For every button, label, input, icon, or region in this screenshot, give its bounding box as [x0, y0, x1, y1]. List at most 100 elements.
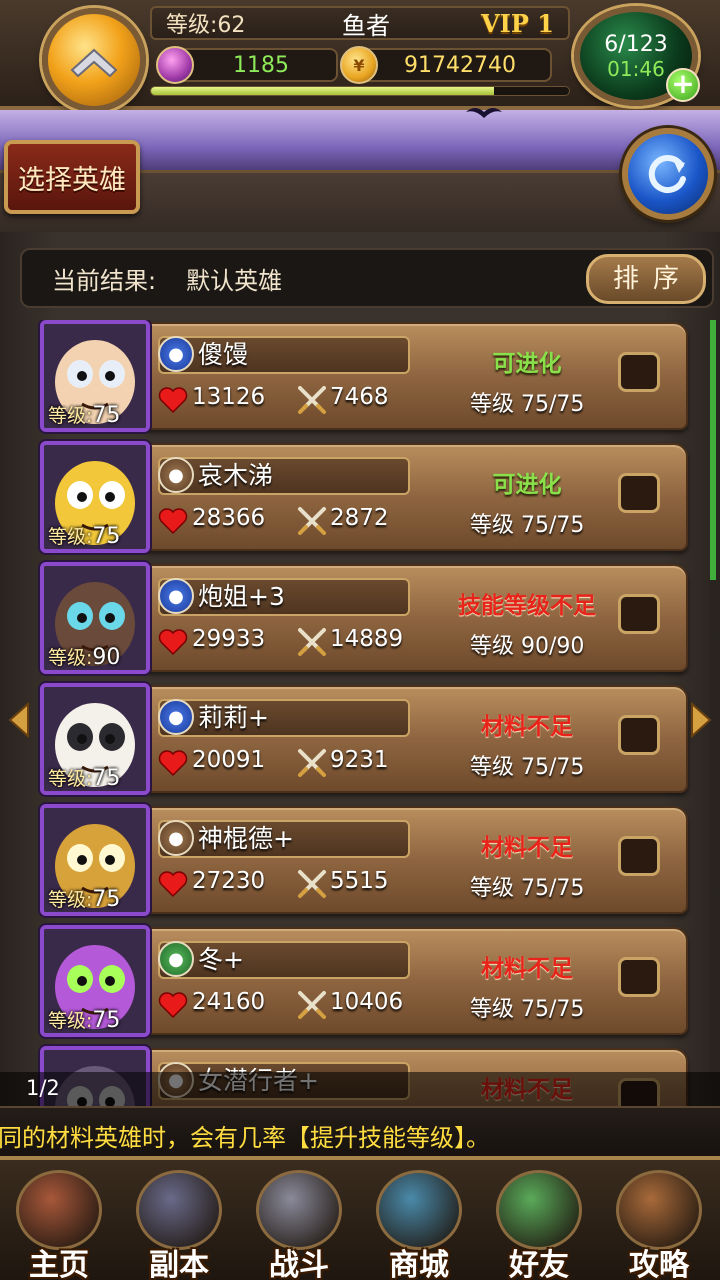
crossed-swords-icon [298, 507, 326, 535]
result-bar: 当前结果: 默认英雄 排序 [20, 248, 714, 308]
skull-icon: ● [158, 336, 194, 372]
evolve-status: 材料不足 [481, 714, 573, 740]
portrait-level: 等级:75 [48, 887, 121, 912]
hero-attack: 14889 [330, 626, 404, 652]
crossed-swords-icon [298, 991, 326, 1019]
select-checkbox[interactable] [618, 957, 660, 997]
page-number: 1/2 [26, 1076, 60, 1100]
hero-name: 炮姐+3 [198, 582, 285, 611]
heart-icon [158, 992, 188, 1019]
nav-item[interactable]: 副本 [120, 1164, 238, 1280]
heart-icon [158, 508, 188, 535]
hero-level: 等级 75/75 [470, 755, 585, 780]
skull-icon: ● [158, 578, 194, 614]
evolve-status: 材料不足 [481, 835, 573, 861]
player-avatar-button[interactable] [42, 8, 146, 112]
hero-level: 等级 75/75 [470, 392, 585, 417]
bottom-navigation: 主页 副本 战斗 商城 好友 攻略 [0, 1156, 720, 1280]
hero-row[interactable]: 等级:75 ● 冬+ 24160 10406 材料不足 等级 75/75 [40, 925, 690, 1037]
heart-icon [158, 629, 188, 656]
skull-icon: ● [158, 699, 194, 735]
paw-icon: ● [158, 820, 194, 856]
hero-name-bar [158, 941, 410, 979]
gem-icon [156, 46, 194, 84]
hero-portrait[interactable]: 等级:90 [40, 562, 150, 674]
evolve-status: 可进化 [492, 472, 562, 498]
hero-level: 等级 90/90 [470, 634, 585, 659]
hero-portrait[interactable]: 等级:75 [40, 441, 150, 553]
hero-name: 莉莉+ [198, 703, 269, 732]
select-checkbox[interactable] [618, 836, 660, 876]
nav-label: 好友 [509, 1248, 569, 1280]
nav-item[interactable]: 主页 [0, 1164, 118, 1280]
portrait-level: 等级:75 [48, 524, 121, 549]
add-stamina-button[interactable]: + [666, 68, 700, 102]
player-level: 等级:62 [166, 13, 246, 38]
next-page-arrow-icon[interactable] [686, 702, 714, 738]
stamina-timer: 01:46 [607, 56, 665, 81]
hero-name: 冬+ [198, 945, 244, 974]
hero-portrait[interactable]: 等级:75 [40, 925, 150, 1037]
swords-icon [256, 1170, 342, 1250]
hero-row[interactable]: 等级:75 ● 莉莉+ 20091 9231 材料不足 等级 75/75 [40, 683, 690, 795]
select-checkbox[interactable] [618, 473, 660, 513]
shop-monster-icon [376, 1170, 462, 1250]
hero-name-bar [158, 457, 410, 495]
hero-row[interactable]: 等级:75 ● 神棍德+ 27230 5515 材料不足 等级 75/75 [40, 804, 690, 916]
hero-name: 哀木涕 [198, 461, 274, 490]
bow-icon: ● [158, 941, 194, 977]
hero-name-bar [158, 336, 410, 374]
hero-level: 等级 75/75 [470, 513, 585, 538]
hero-attack: 9231 [330, 747, 389, 773]
vip-badge[interactable]: VIP 1 [481, 9, 554, 38]
hero-attack: 5515 [330, 868, 389, 894]
nav-item[interactable]: 好友 [480, 1164, 598, 1280]
hero-list[interactable]: 等级:75 ● 傻馒 13126 7468 可进化 等级 75/75 等级:75… [0, 320, 720, 1106]
hero-row[interactable]: 等级:75 ● 傻馒 13126 7468 可进化 等级 75/75 [40, 320, 690, 432]
back-button[interactable] [622, 128, 714, 220]
crossed-swords-icon [298, 628, 326, 656]
nav-item[interactable]: 战斗 [240, 1164, 358, 1280]
select-hero-tab[interactable]: 选择英雄 [4, 140, 140, 214]
wing-icon: ● [158, 457, 194, 493]
result-label: 当前结果: [52, 266, 157, 295]
previous-page-arrow-icon[interactable] [6, 702, 34, 738]
hero-attack: 2872 [330, 505, 389, 531]
hero-hp: 13126 [192, 384, 266, 410]
hero-row[interactable]: 等级:75 ● 哀木涕 28366 2872 可进化 等级 75/75 [40, 441, 690, 553]
hero-attack: 7468 [330, 384, 389, 410]
hero-portrait[interactable]: 等级:75 [40, 683, 150, 795]
hero-level: 等级 75/75 [470, 876, 585, 901]
gold-counter[interactable]: ¥ 91742740 [340, 46, 552, 84]
hero-name: 神棍德+ [198, 824, 294, 853]
hero-row[interactable]: 等级:90 ● 炮姐+3 29933 14889 技能等级不足 等级 90/90 [40, 562, 690, 674]
nav-label: 商城 [389, 1248, 449, 1280]
hero-hp: 24160 [192, 989, 266, 1015]
chevron-up-icon [70, 48, 118, 78]
nav-label: 战斗 [269, 1248, 329, 1280]
skull-portal-icon [136, 1170, 222, 1250]
hero-portrait[interactable]: 等级:75 [40, 320, 150, 432]
gold-coin-icon: ¥ [340, 46, 378, 84]
nav-label: 副本 [149, 1248, 209, 1280]
nav-item[interactable]: 攻略 [600, 1164, 718, 1280]
result-value: 默认英雄 [186, 266, 283, 295]
select-checkbox[interactable] [618, 594, 660, 634]
select-checkbox[interactable] [618, 715, 660, 755]
hero-portrait[interactable]: 等级:75 [40, 804, 150, 916]
gem-counter[interactable]: 1185 [156, 46, 338, 84]
crossed-swords-icon [298, 870, 326, 898]
stamina-value: 6/123 [604, 31, 668, 57]
select-checkbox[interactable] [618, 352, 660, 392]
nav-item[interactable]: 商城 [360, 1164, 478, 1280]
heart-icon [158, 750, 188, 777]
portrait-level: 等级:75 [48, 403, 121, 428]
page-indicator: 1/2 [0, 1072, 720, 1106]
nav-label: 攻略 [629, 1248, 689, 1280]
crossed-swords-icon [298, 749, 326, 777]
sort-button[interactable]: 排序 [586, 254, 706, 304]
hero-name: 傻馒 [198, 340, 249, 369]
portrait-level: 等级:90 [48, 645, 121, 670]
evolve-status: 可进化 [492, 351, 562, 377]
hero-level: 等级 75/75 [470, 997, 585, 1022]
